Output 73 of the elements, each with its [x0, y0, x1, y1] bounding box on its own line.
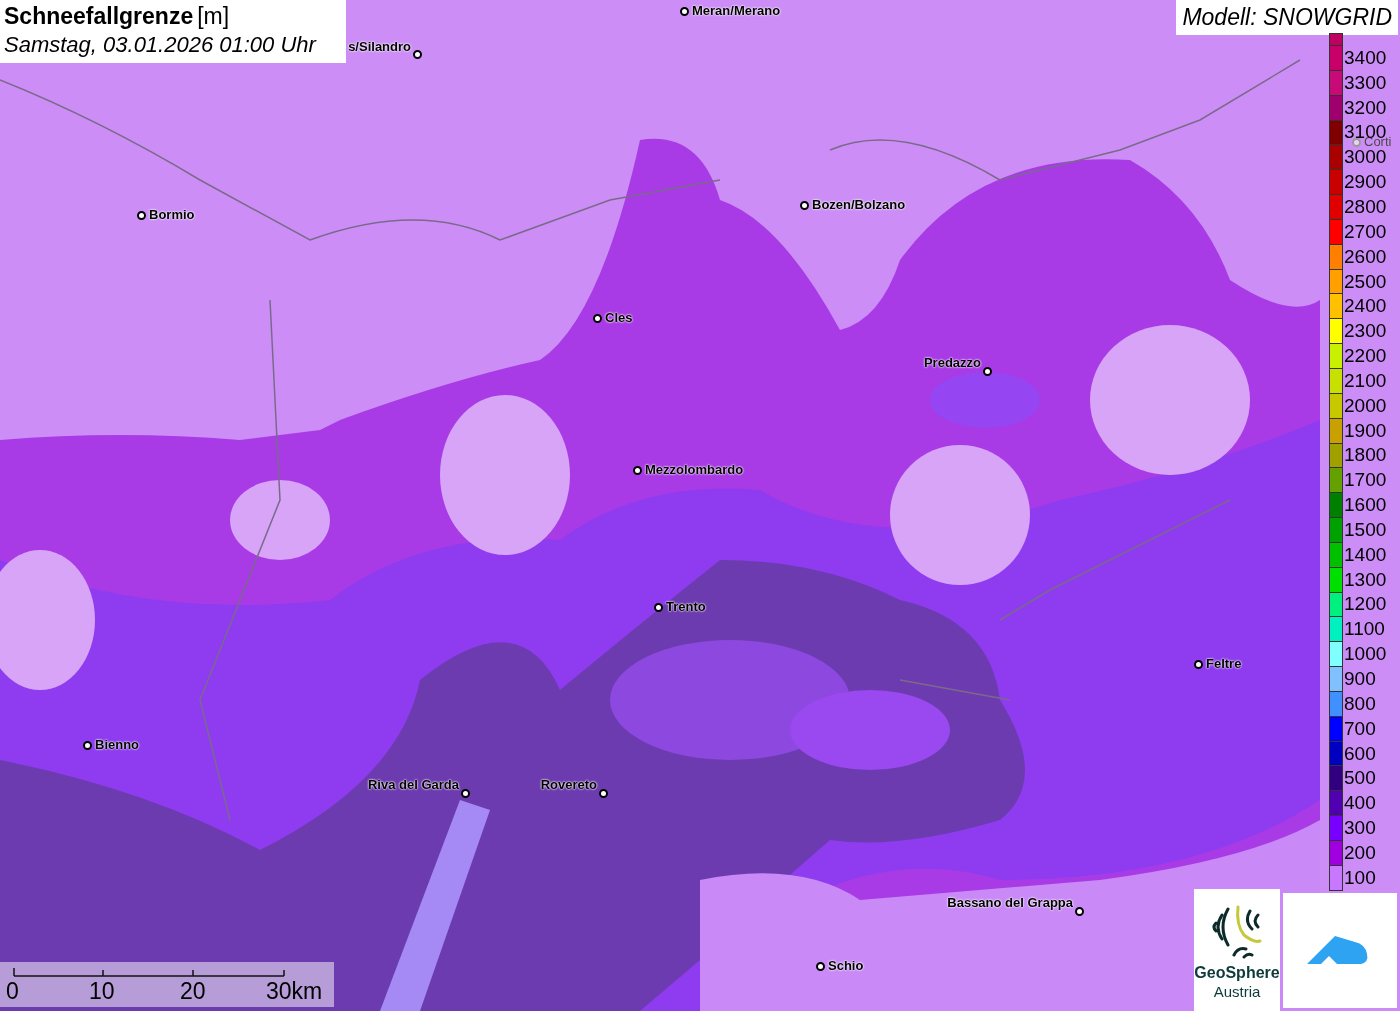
- legend-label: 2600: [1344, 246, 1387, 266]
- city-marker-icon: [680, 7, 689, 16]
- city-marker-icon: [633, 466, 642, 475]
- legend-label: 2400: [1344, 296, 1387, 316]
- city-marker-icon: [1075, 907, 1084, 916]
- scale-label: 10: [89, 980, 115, 1003]
- legend-label: 3300: [1344, 72, 1387, 92]
- unit-label: [m]: [197, 2, 230, 31]
- legend-label: 2000: [1344, 395, 1387, 415]
- map-title: Schneefallgrenze: [4, 2, 194, 31]
- legend-label: 3000: [1344, 147, 1387, 167]
- city-marker-icon: [83, 741, 92, 750]
- city-label: Mezzolombardo: [645, 463, 744, 476]
- scale-label: 30km: [266, 980, 323, 1003]
- city-label: Schio: [828, 959, 864, 972]
- legend-label: 1700: [1344, 470, 1387, 490]
- legend-label: 1300: [1344, 569, 1387, 589]
- scale-label: 20: [180, 980, 206, 1003]
- legend-label: 1200: [1344, 594, 1387, 614]
- legend-label: 1500: [1344, 519, 1387, 539]
- city-marker-icon: [137, 211, 146, 220]
- legend-label: 500: [1344, 768, 1376, 788]
- city-label: Predazzo: [923, 356, 981, 369]
- legend-label: 1000: [1344, 644, 1387, 664]
- legend-label: 2900: [1344, 172, 1387, 192]
- city-marker-icon: [654, 603, 663, 612]
- city-label: s/Silandro: [348, 40, 411, 53]
- legend-label: 1600: [1344, 495, 1387, 515]
- city-label: Cles: [605, 311, 633, 324]
- city-label: Bassano del Grappa: [947, 896, 1073, 909]
- legend-label: 1900: [1344, 420, 1387, 440]
- legend-label: 700: [1344, 718, 1376, 738]
- legend-label: 2500: [1344, 271, 1387, 291]
- legend-label: 2800: [1344, 197, 1387, 216]
- legend-label: 1400: [1344, 544, 1387, 564]
- city-marker-icon: [461, 789, 470, 798]
- city-marker-icon: [816, 962, 825, 971]
- legend-label: 800: [1344, 693, 1376, 713]
- city-label: Bienno: [95, 738, 140, 751]
- scale-label: 0: [6, 980, 19, 1003]
- model-label: Modell: SNOWGRID: [1176, 0, 1398, 35]
- city-label: Rovereto: [540, 778, 597, 791]
- legend-label: 100: [1344, 867, 1376, 887]
- legend-label: 3200: [1344, 97, 1387, 117]
- legend-label: 600: [1344, 743, 1376, 763]
- city-label: Bormio: [149, 208, 195, 221]
- legend-label: 1100: [1344, 619, 1385, 639]
- logo-name: GeoSphere: [1194, 963, 1280, 983]
- legend-label: 2300: [1344, 321, 1387, 341]
- legend-label: 1800: [1344, 445, 1387, 465]
- logo-subtitle: Austria: [1213, 983, 1261, 1002]
- legend-label: 400: [1344, 793, 1376, 813]
- city-marker-icon: [800, 201, 809, 210]
- city-label: Riva del Garda: [367, 778, 459, 791]
- city-marker-icon: [1194, 660, 1203, 669]
- city-label: Meran/Merano: [692, 4, 781, 17]
- city-marker-icon: [593, 314, 602, 323]
- city-marker-icon: [599, 789, 608, 798]
- legend-label: 200: [1344, 842, 1376, 862]
- city-label: Bozen/Bolzano: [812, 198, 906, 211]
- city-label: Feltre: [1206, 657, 1242, 670]
- legend-label: 2100: [1344, 370, 1387, 390]
- legend-label: 900: [1344, 669, 1376, 688]
- legend-label: 300: [1344, 818, 1376, 838]
- legend-label: 2200: [1344, 346, 1387, 366]
- forecast-time: Samstag, 03.01.2026 01:00 Uhr: [4, 30, 318, 59]
- legend-label: 2700: [1344, 221, 1387, 241]
- scale-bar-ruler-icon: [13, 968, 285, 977]
- city-marker-icon: [413, 50, 422, 59]
- city-marker-icon: [983, 367, 992, 376]
- city-label: Trento: [666, 600, 706, 613]
- contour-lines-icon: [1210, 905, 1264, 959]
- legend-label: 3400: [1344, 47, 1387, 67]
